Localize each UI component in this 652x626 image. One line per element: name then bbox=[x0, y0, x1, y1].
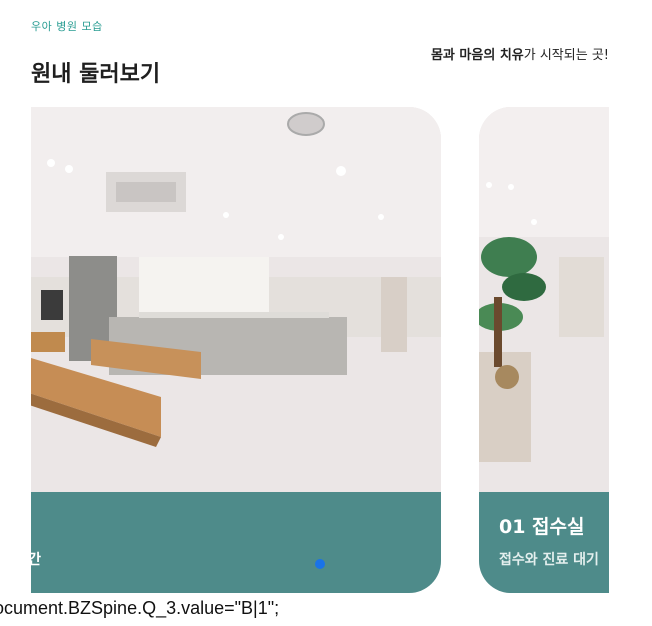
slide-title: 01 접수실 bbox=[499, 516, 585, 538]
slide-caption: 01 접수실 접수와 진료 대기 bbox=[479, 492, 609, 593]
reception-plant-photo bbox=[479, 107, 609, 492]
section-eyebrow: 우아 병원 모습 bbox=[31, 20, 103, 33]
slide-card[interactable]: 간 bbox=[31, 107, 441, 593]
slide-description: 간 bbox=[31, 552, 41, 568]
slide-caption: 간 bbox=[31, 492, 441, 593]
slide-description: 접수와 진료 대기 bbox=[499, 552, 599, 568]
tagline-highlight: 몸과 마음의 치유 bbox=[430, 48, 524, 63]
section-tagline: 몸과 마음의 치유가 시작되는 곳! bbox=[431, 44, 609, 63]
tagline-rest: 가 시작되는 곳! bbox=[523, 48, 609, 63]
stray-script-text: ocument.BZSpine.Q_3.value="B|1"; bbox=[0, 598, 280, 618]
pagination-dot-active[interactable] bbox=[315, 559, 325, 569]
section-title: 원내 둘러보기 bbox=[31, 62, 161, 87]
hospital-lobby-photo bbox=[31, 107, 441, 492]
gallery-slider[interactable]: 간 01 접수실 접수와 진료 대기 bbox=[31, 107, 609, 593]
slide-card[interactable]: 01 접수실 접수와 진료 대기 bbox=[479, 107, 609, 593]
